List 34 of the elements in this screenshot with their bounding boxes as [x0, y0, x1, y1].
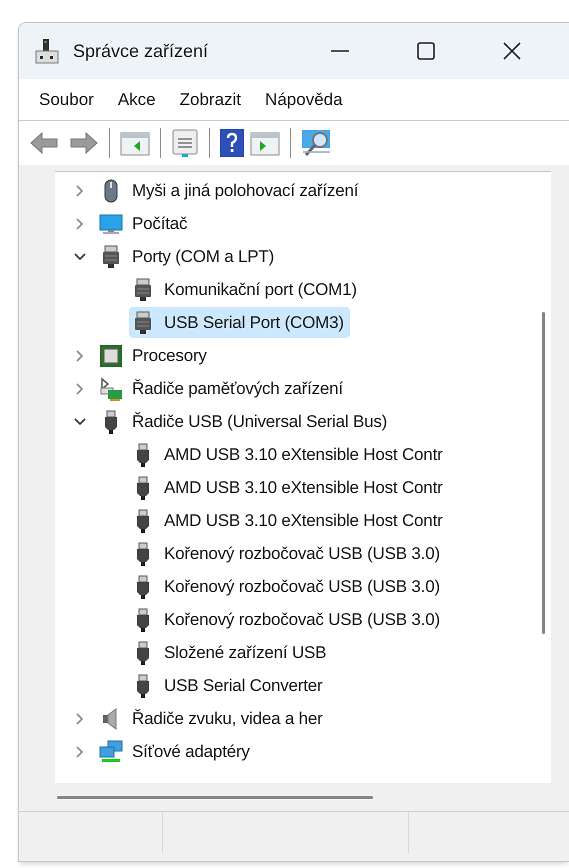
menu-item[interactable]: Akce	[116, 86, 158, 112]
menu-item[interactable]: Nápověda	[263, 86, 345, 112]
tree-item[interactable]: Kořenový rozbočovač USB (USB 3.0)	[164, 606, 440, 632]
tree-item[interactable]: AMD USB 3.10 eXtensible Host Contr	[164, 442, 443, 468]
vertical-scrollbar-thumb[interactable]	[542, 312, 544, 634]
network-computers-icon	[99, 740, 123, 764]
tree-item[interactable]: Porty (COM a LPT)	[132, 244, 274, 270]
tree-item[interactable]: Kořenový rozbočovač USB (USB 3.0)	[164, 574, 440, 600]
menu-item[interactable]: Zobrazit	[178, 86, 244, 112]
storage-controller-icon	[99, 376, 123, 400]
device-manager-icon	[35, 37, 59, 65]
tree-item[interactable]: Složené zařízení USB	[164, 640, 326, 666]
tree-item[interactable]: Řadiče USB (Universal Serial Bus)	[132, 408, 388, 434]
tree-item[interactable]: Komunikační port (COM1)	[164, 276, 357, 302]
tree-item[interactable]: Řadiče paměťových zařízení	[132, 376, 343, 402]
menu-item[interactable]: Soubor	[37, 86, 96, 112]
tree-item[interactable]: Myši a jiná polohovací zařízení	[132, 178, 358, 204]
console-tree-icon[interactable]	[120, 130, 150, 156]
chip-icon	[99, 344, 123, 368]
scan-hardware-icon[interactable]	[301, 128, 333, 158]
action-pane-icon[interactable]	[250, 130, 280, 156]
help-icon[interactable]	[220, 129, 244, 157]
tree-item[interactable]: Procesory	[132, 342, 207, 368]
horizontal-scrollbar-thumb[interactable]	[57, 796, 373, 798]
tree-item[interactable]: Kořenový rozbočovač USB (USB 3.0)	[164, 540, 440, 566]
tree-item[interactable]: Řadiče zvuku, videa a her	[132, 706, 323, 732]
tree-item[interactable]: Síťové adaptéry	[132, 738, 250, 764]
window-title: Správce zařízení	[73, 40, 208, 63]
tree-item[interactable]: USB Serial Converter	[164, 672, 323, 698]
tree-item[interactable]: AMD USB 3.10 eXtensible Host Contr	[164, 508, 443, 534]
properties-icon[interactable]	[171, 128, 199, 158]
tree-item[interactable]: Počítač	[132, 210, 188, 236]
tree-item[interactable]: AMD USB 3.10 eXtensible Host Contr	[164, 474, 443, 500]
monitor-icon	[99, 212, 123, 236]
